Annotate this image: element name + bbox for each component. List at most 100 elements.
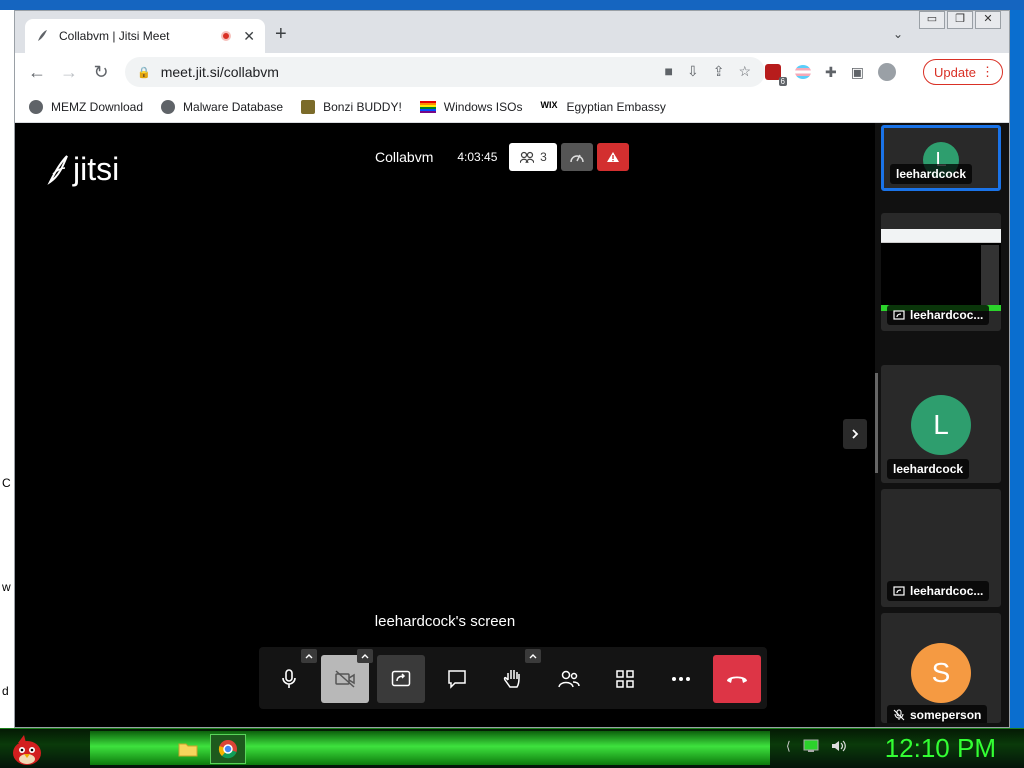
hangup-icon bbox=[727, 676, 747, 683]
name-text: leehardcoc... bbox=[910, 584, 984, 598]
meeting-toolbar bbox=[259, 647, 767, 709]
maximize-button[interactable]: ❐ bbox=[947, 11, 973, 29]
show-hidden-icons-icon[interactable]: ⟨ bbox=[786, 739, 791, 753]
connection-quality-button[interactable] bbox=[561, 143, 594, 171]
tab-strip: Collabvm | Jitsi Meet ✕ + ⌄ ▭ ❐ ✕ bbox=[15, 11, 1009, 53]
mic-muted-icon bbox=[893, 709, 905, 721]
bookmark-egyptian-embassy[interactable]: WIX Egyptian Embassy bbox=[540, 100, 665, 114]
jitsi-logo-icon bbox=[47, 154, 68, 185]
screen-share-icon bbox=[893, 586, 905, 596]
participant-tile[interactable]: S someperson bbox=[881, 613, 1001, 723]
chevron-right-icon bbox=[852, 429, 859, 439]
share-icon[interactable]: ⇪ bbox=[713, 63, 725, 80]
reactions-options-button[interactable] bbox=[525, 649, 541, 663]
screen-share-button[interactable] bbox=[377, 655, 425, 703]
globe-icon bbox=[29, 99, 43, 114]
meeting-duration: 4:03:45 bbox=[457, 150, 498, 164]
profile-icon[interactable] bbox=[877, 63, 896, 81]
wix-icon: WIX bbox=[540, 99, 558, 110]
hangup-button[interactable] bbox=[713, 655, 761, 703]
close-window-button[interactable]: ✕ bbox=[975, 11, 1001, 29]
address-bar[interactable]: 🔒 meet.jit.si/collabvm ■ ⇩ ⇪ ☆ bbox=[125, 57, 765, 87]
toggle-filmstrip-button[interactable] bbox=[843, 419, 867, 449]
more-options-button[interactable] bbox=[657, 655, 705, 703]
back-icon[interactable]: ← bbox=[21, 62, 53, 83]
camera-icon[interactable]: ■ bbox=[665, 63, 673, 80]
network-icon[interactable] bbox=[803, 739, 819, 753]
desktop-edge: C w d bbox=[0, 10, 14, 728]
participant-name: leehardcoc... bbox=[887, 581, 990, 601]
grid-icon bbox=[616, 670, 634, 688]
lock-icon[interactable]: 🔒 bbox=[137, 66, 151, 79]
jitsi-logo[interactable]: jitsi bbox=[47, 151, 119, 188]
url-text: meet.jit.si/collabvm bbox=[160, 64, 279, 80]
taskbar-clock[interactable]: 12:10 PM bbox=[885, 733, 996, 764]
room-name: Collabvm bbox=[375, 149, 434, 165]
globe-icon bbox=[161, 99, 176, 114]
jitsi-favicon-icon bbox=[38, 30, 47, 41]
desktop-text: C bbox=[2, 476, 11, 490]
browser-window: Collabvm | Jitsi Meet ✕ + ⌄ ▭ ❐ ✕ ← → ↻ … bbox=[14, 10, 1010, 728]
desktop-text: d bbox=[2, 684, 9, 698]
desktop-text: w bbox=[2, 580, 11, 594]
system-tray: ⟨ bbox=[786, 739, 847, 753]
video-options-button[interactable] bbox=[357, 649, 373, 663]
participant-tile[interactable]: leehardcoc... bbox=[881, 489, 1001, 607]
tab-jitsi[interactable]: Collabvm | Jitsi Meet ✕ bbox=[25, 19, 265, 53]
forward-icon[interactable]: → bbox=[53, 62, 85, 83]
bookmark-label: MEMZ Download bbox=[51, 99, 144, 114]
screen-share-icon bbox=[893, 310, 905, 320]
bookmark-bonzi[interactable]: Bonzi BUDDY! bbox=[301, 99, 402, 114]
participants-button[interactable] bbox=[545, 655, 593, 703]
update-label: Update bbox=[934, 64, 976, 80]
bookmark-label: Bonzi BUDDY! bbox=[323, 99, 402, 114]
window-controls: ▭ ❐ ✕ bbox=[917, 11, 1001, 29]
file-explorer-button[interactable] bbox=[170, 734, 206, 764]
participant-count-button[interactable]: 3 bbox=[509, 143, 558, 171]
bookmark-malware-database[interactable]: Malware Database bbox=[161, 99, 283, 114]
participants-icon bbox=[558, 670, 580, 688]
participant-tile[interactable]: L leehardcock bbox=[881, 365, 1001, 483]
warning-icon bbox=[607, 152, 620, 162]
participant-tile[interactable]: L leehardcock bbox=[881, 125, 1001, 191]
name-text: leehardcoc... bbox=[910, 308, 984, 322]
bookmark-memz[interactable]: MEMZ Download bbox=[29, 99, 144, 114]
minimize-button[interactable]: ▭ bbox=[919, 11, 945, 29]
name-text: leehardcock bbox=[893, 462, 964, 476]
bookmark-label: Windows ISOs bbox=[443, 99, 523, 114]
name-text: leehardcock bbox=[896, 167, 967, 181]
bookmark-windows-isos[interactable]: Windows ISOs bbox=[419, 99, 523, 114]
more-dots-icon bbox=[672, 677, 690, 681]
menu-dots-icon[interactable]: ⋮ bbox=[981, 64, 994, 80]
tile-view-button[interactable] bbox=[601, 655, 649, 703]
puzzle-icon[interactable]: ✚ bbox=[825, 64, 837, 81]
filmstrip-scrollbar[interactable] bbox=[875, 373, 878, 473]
screen-share-preview bbox=[881, 229, 1001, 311]
avatar: S bbox=[911, 643, 971, 703]
start-button-angry-bird-icon[interactable] bbox=[10, 731, 44, 767]
chrome-taskbar-button[interactable] bbox=[210, 734, 246, 764]
reload-icon[interactable]: ↻ bbox=[85, 62, 117, 83]
close-tab-icon[interactable]: ✕ bbox=[243, 28, 255, 45]
update-button[interactable]: Update ⋮ bbox=[923, 59, 1003, 85]
recording-indicator-icon bbox=[221, 31, 232, 41]
gauge-icon bbox=[570, 154, 585, 163]
chat-button[interactable] bbox=[433, 655, 481, 703]
logo-text: jitsi bbox=[73, 151, 120, 187]
audio-options-button[interactable] bbox=[301, 649, 317, 663]
chrome-icon bbox=[218, 740, 237, 759]
participant-name: leehardcock bbox=[890, 164, 973, 184]
participant-count: 3 bbox=[540, 150, 547, 164]
volume-icon[interactable] bbox=[831, 739, 847, 753]
ublock-icon[interactable]: 6 bbox=[765, 64, 787, 86]
side-panel-icon[interactable]: ▣ bbox=[851, 64, 864, 81]
install-icon[interactable]: ⇩ bbox=[687, 63, 699, 80]
participant-name: leehardcock bbox=[887, 459, 970, 479]
flag-extension-icon[interactable] bbox=[795, 65, 811, 79]
meeting-stage[interactable]: jitsi Collabvm 4:03:45 3 leehardcock's s… bbox=[15, 123, 875, 727]
tab-search-icon[interactable]: ⌄ bbox=[893, 27, 903, 41]
warning-button[interactable] bbox=[597, 143, 630, 171]
participant-tile[interactable]: leehardcoc... bbox=[881, 213, 1001, 331]
bookmark-star-icon[interactable]: ☆ bbox=[738, 63, 751, 80]
new-tab-button[interactable]: + bbox=[275, 23, 287, 46]
